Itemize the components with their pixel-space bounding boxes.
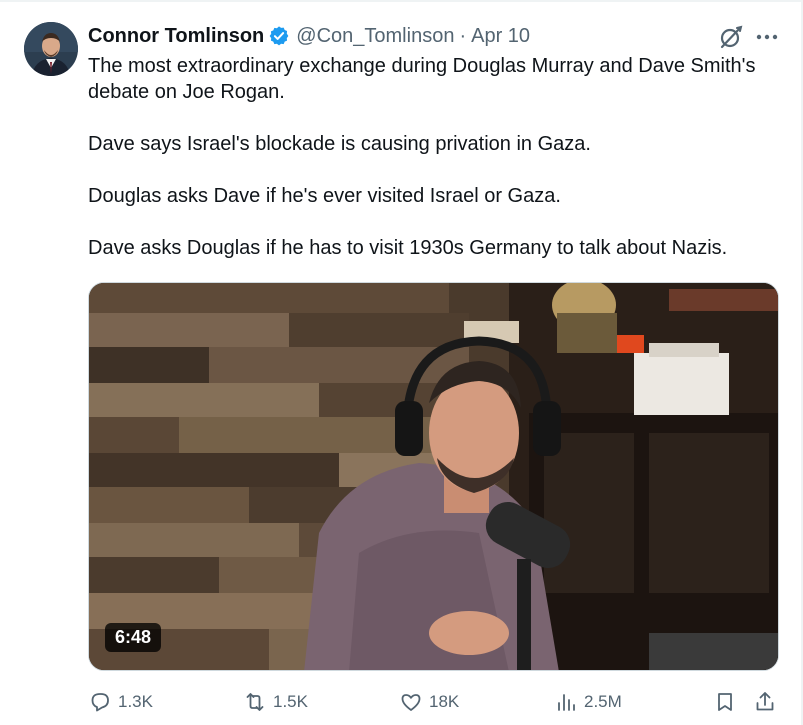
- separator: ·: [459, 24, 467, 47]
- author-name[interactable]: Connor Tomlinson: [88, 25, 264, 48]
- like-icon: [401, 694, 421, 711]
- author-handle[interactable]: @Con_Tomlinson: [296, 25, 454, 48]
- reply-button[interactable]: 1.3K: [88, 686, 153, 718]
- reply-count: 1.3K: [118, 692, 153, 711]
- like-count: 18K: [429, 692, 460, 711]
- tweet-text: The most extraordinary exchange during D…: [88, 53, 778, 261]
- tweet-paragraph: Dave says Israel's blockade is causing p…: [88, 133, 591, 155]
- tweet-paragraph: Douglas asks Dave if he's ever visited I…: [88, 185, 561, 207]
- tweet-paragraph: Dave asks Douglas if he has to visit 193…: [88, 237, 728, 259]
- tweet-date[interactable]: Apr 10: [471, 25, 530, 48]
- tweet-header: Connor Tomlinson @Con_Tomlinson · Apr 10: [88, 22, 530, 50]
- share-button[interactable]: [753, 686, 777, 718]
- reply-icon: [91, 693, 109, 712]
- repost-button[interactable]: 1.5K: [243, 686, 308, 718]
- repost-icon: [246, 693, 264, 711]
- views-icon: [558, 694, 575, 711]
- bookmark-icon: [718, 693, 732, 711]
- tweet-actions: 1.3K 1.5K 18K 2.5M: [88, 686, 783, 718]
- grok-icon[interactable]: [718, 24, 744, 50]
- bookmark-button[interactable]: [713, 686, 737, 718]
- like-button[interactable]: 18K: [399, 686, 459, 718]
- tweet-paragraph: The most extraordinary exchange during D…: [88, 55, 756, 103]
- verified-badge-icon[interactable]: [268, 25, 290, 47]
- divider: [0, 0, 803, 2]
- avatar[interactable]: [24, 22, 78, 76]
- more-icon[interactable]: [754, 24, 780, 50]
- share-icon: [756, 692, 774, 711]
- tweet-card[interactable]: Connor Tomlinson @Con_Tomlinson · Apr 10…: [0, 0, 803, 725]
- video-player[interactable]: 6:48: [88, 282, 779, 671]
- repost-count: 1.5K: [273, 692, 308, 711]
- views-button[interactable]: 2.5M: [554, 686, 622, 718]
- view-count: 2.5M: [584, 692, 622, 711]
- video-duration-badge: 6:48: [105, 623, 162, 652]
